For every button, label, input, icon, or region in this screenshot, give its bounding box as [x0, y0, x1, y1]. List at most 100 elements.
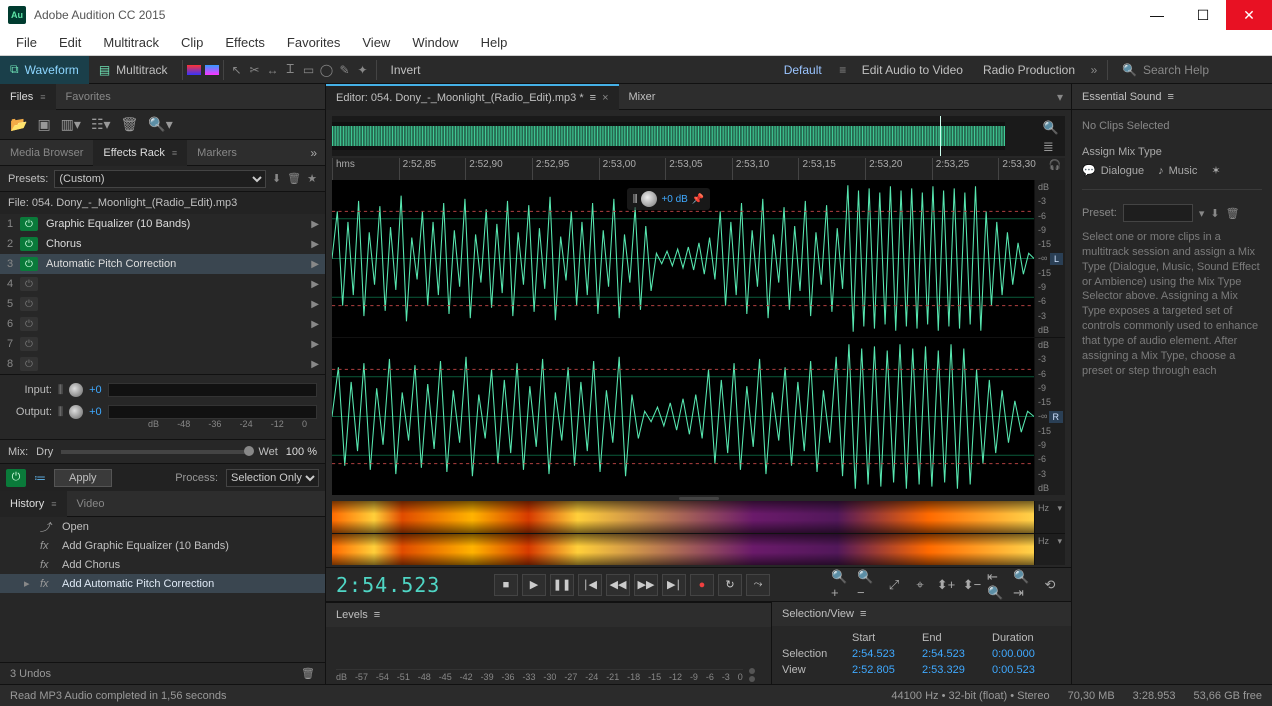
time-ruler[interactable]: hms2:52,852:52,902:52,952:53,002:53,052:… — [332, 158, 1065, 180]
heal-tool-icon[interactable]: ✦ — [354, 61, 372, 79]
history-item[interactable]: fxAdd Chorus — [0, 555, 325, 574]
tab-mixer[interactable]: Mixer — [619, 84, 666, 110]
zoom-selection-icon[interactable]: ⌖ — [909, 575, 931, 595]
tab-editor[interactable]: Editor: 054. Dony_-_Moonlight_(Radio_Edi… — [326, 84, 619, 110]
fx-power-icon[interactable]: ⏻ — [20, 337, 38, 351]
spectral-freq-icon[interactable] — [187, 65, 201, 75]
spectral-pitch-icon[interactable] — [205, 65, 219, 75]
invert-button[interactable]: Invert — [381, 56, 431, 84]
mix-percent[interactable]: 100 % — [286, 446, 317, 458]
process-select[interactable]: Selection Only — [226, 469, 319, 487]
fx-slot[interactable]: 3 ⏻ Automatic Pitch Correction ▶ — [0, 254, 325, 274]
delete-preset-icon[interactable]: 🗑 — [1226, 207, 1240, 220]
zoom-out-time-icon[interactable]: 🔍− — [857, 575, 879, 595]
maximize-button[interactable]: ☐ — [1180, 0, 1226, 30]
spectrogram-right[interactable] — [332, 534, 1034, 566]
save-preset-icon[interactable]: ⬇ — [1210, 207, 1219, 220]
panel-overflow-icon[interactable]: » — [302, 146, 325, 160]
editor-dropdown-icon[interactable]: ▾ — [1049, 90, 1071, 104]
fx-power-icon[interactable]: ⏻ — [20, 297, 38, 311]
chevron-down-icon[interactable]: ▾ — [1199, 207, 1205, 220]
workspace-edit-av[interactable]: Edit Audio to Video — [852, 56, 973, 84]
list-nav-icon[interactable]: ≣ — [1043, 139, 1059, 155]
spectrogram-area[interactable]: Hz▾ Hz▾ — [332, 501, 1065, 565]
workspace-radio[interactable]: Radio Production — [973, 56, 1085, 84]
save-preset-icon[interactable]: ⬇ — [272, 172, 281, 185]
output-value[interactable]: +0 — [89, 406, 102, 418]
waveform-left-channel[interactable]: ⫼ +0 dB 📌 — [332, 180, 1034, 337]
fx-power-button[interactable]: ⏻ — [6, 469, 26, 487]
panel-menu-icon[interactable]: ≡ — [1168, 91, 1174, 103]
mix-slider[interactable] — [61, 450, 250, 454]
panel-menu-icon[interactable]: ≡ — [172, 148, 177, 158]
hud-value[interactable]: +0 dB — [661, 194, 687, 205]
volume-hud[interactable]: ⫼ +0 dB 📌 — [627, 188, 710, 210]
zoom-full-icon[interactable]: ⤢ — [883, 575, 905, 595]
zoom-out-amp-icon[interactable]: ⬍− — [961, 575, 983, 595]
zoom-in-amp-icon[interactable]: ⬍+ — [935, 575, 957, 595]
chevron-right-icon[interactable]: ▶ — [311, 339, 319, 350]
minimize-button[interactable]: — — [1134, 0, 1180, 30]
mix-type-dialogue[interactable]: 💬Dialogue — [1082, 164, 1144, 177]
workspace-menu-icon[interactable]: ≡ — [834, 61, 852, 79]
menu-edit[interactable]: Edit — [51, 32, 89, 53]
tab-files[interactable]: Files≡ — [0, 84, 56, 110]
tab-close-icon[interactable]: × — [602, 92, 608, 104]
chevron-right-icon[interactable]: ▶ — [311, 239, 319, 250]
loop-button[interactable]: ↻ — [718, 574, 742, 596]
open-file-icon[interactable]: 📂 — [10, 116, 27, 133]
timecode-display[interactable]: 2:54.523 — [336, 573, 446, 597]
stop-button[interactable]: ■ — [494, 574, 518, 596]
knob-icon[interactable] — [69, 405, 83, 419]
panel-menu-icon[interactable]: ≡ — [374, 609, 380, 621]
mode-multitrack-button[interactable]: ▤ Multitrack — [89, 56, 178, 84]
chevron-right-icon[interactable]: ▶ — [311, 299, 319, 310]
preset-select[interactable] — [1123, 204, 1193, 222]
brush-tool-icon[interactable]: ✎ — [336, 61, 354, 79]
pause-button[interactable]: ❚❚ — [550, 574, 574, 596]
zoom-in-time-icon[interactable]: 🔍+ — [831, 575, 853, 595]
hud-pin-icon[interactable]: 📌 — [692, 194, 704, 205]
panel-menu-icon[interactable]: ≡ — [860, 608, 866, 620]
zoom-in-in-icon[interactable]: ⇤🔍 — [987, 575, 1009, 595]
move-tool-icon[interactable]: ↖ — [228, 61, 246, 79]
tab-markers[interactable]: Markers — [187, 140, 247, 166]
panel-menu-icon[interactable]: ≡ — [590, 92, 596, 104]
marquee-tool-icon[interactable]: ▭ — [300, 61, 318, 79]
record-button[interactable]: ● — [690, 574, 714, 596]
trash-history-icon[interactable]: 🗑 — [301, 667, 315, 680]
presets-select[interactable]: (Custom) — [54, 170, 266, 188]
input-value[interactable]: +0 — [89, 384, 102, 396]
fx-slot[interactable]: 6 ⏻ ▶ — [0, 314, 325, 334]
menu-view[interactable]: View — [354, 32, 398, 53]
mix-type-sfx[interactable]: ✶ — [1211, 164, 1220, 177]
tab-video[interactable]: Video — [67, 491, 115, 517]
next-button[interactable]: ▶∣ — [662, 574, 686, 596]
spectrogram-left[interactable] — [332, 501, 1034, 533]
fx-power-icon[interactable]: ⏻ — [20, 257, 38, 271]
forward-button[interactable]: ▶▶ — [634, 574, 658, 596]
fx-slot[interactable]: 2 ⏻ Chorus ▶ — [0, 234, 325, 254]
fx-slot[interactable]: 4 ⏻ ▶ — [0, 274, 325, 294]
menu-effects[interactable]: Effects — [217, 32, 273, 53]
razor-tool-icon[interactable]: ✂ — [246, 61, 264, 79]
delete-icon[interactable]: 🗑 — [121, 116, 139, 133]
lasso-tool-icon[interactable]: ◯ — [318, 61, 336, 79]
mix-type-music[interactable]: ♪Music — [1158, 165, 1197, 177]
chevron-right-icon[interactable]: ▶ — [311, 319, 319, 330]
rewind-button[interactable]: ◀◀ — [606, 574, 630, 596]
zoom-nav-icon[interactable]: 🔍 — [1043, 120, 1059, 136]
fx-slot[interactable]: 1 ⏻ Graphic Equalizer (10 Bands) ▶ — [0, 214, 325, 234]
menu-help[interactable]: Help — [473, 32, 516, 53]
sv-value[interactable]: 0:00.523 — [992, 664, 1052, 676]
chevron-right-icon[interactable]: ▶ — [311, 359, 319, 370]
sv-value[interactable]: 2:54.523 — [922, 648, 982, 660]
history-item[interactable]: fxAdd Graphic Equalizer (10 Bands) — [0, 536, 325, 555]
menu-favorites[interactable]: Favorites — [279, 32, 348, 53]
fx-power-icon[interactable]: ⏻ — [20, 237, 38, 251]
search-files-icon[interactable]: 🔍▾ — [148, 116, 172, 133]
time-select-tool-icon[interactable]: Ꮖ — [282, 61, 300, 79]
menu-multitrack[interactable]: Multitrack — [95, 32, 167, 53]
fx-slot[interactable]: 8 ⏻ ▶ — [0, 354, 325, 374]
fx-power-icon[interactable]: ⏻ — [20, 317, 38, 331]
